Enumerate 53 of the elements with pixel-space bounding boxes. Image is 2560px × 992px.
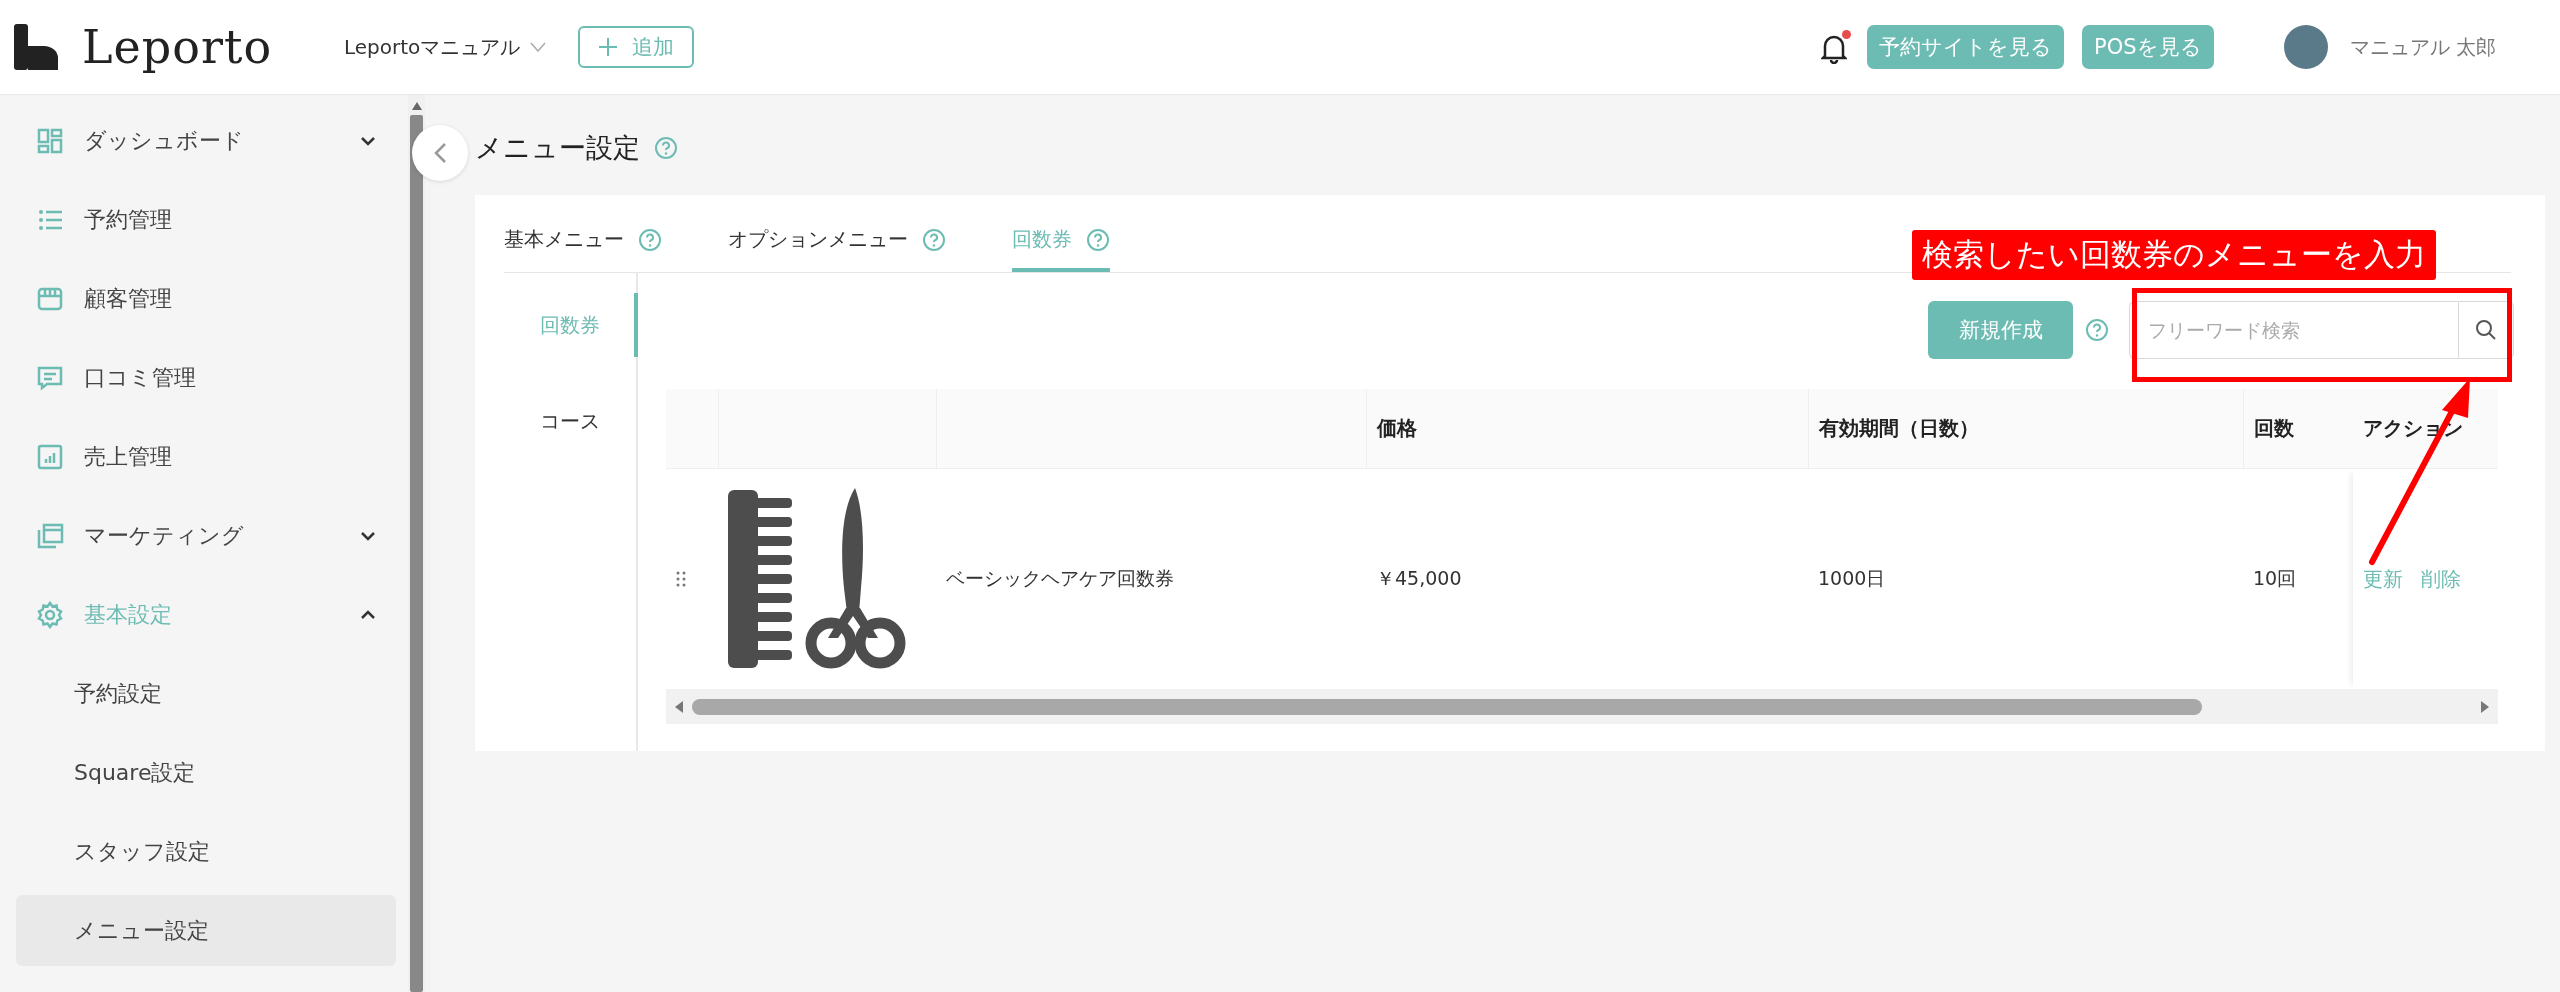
logo-icon	[14, 24, 60, 70]
table-cell-text: ￥45,000	[1376, 566, 1462, 591]
tab[interactable]: オプションメニュー	[728, 211, 946, 272]
user-name: マニュアル 太郎	[2349, 33, 2496, 61]
chevron-down-icon	[360, 530, 376, 541]
sidebar-subitem[interactable]: Square設定	[16, 737, 396, 808]
scrollbar-thumb[interactable]	[410, 115, 423, 992]
collapse-button[interactable]	[412, 125, 468, 181]
column-header: 価格	[1377, 415, 1417, 442]
chevron-down-icon	[530, 42, 547, 52]
plus-icon	[598, 37, 619, 57]
help-icon[interactable]	[654, 136, 678, 160]
column-header: 有効期間（日数）	[1819, 415, 1979, 442]
sidebar-subitem[interactable]: メニュー設定	[16, 895, 396, 966]
sidebar-item[interactable]: 口コミ管理	[16, 338, 396, 417]
scrollbar-thumb[interactable]	[692, 698, 2202, 715]
chevron-left-icon	[433, 142, 447, 164]
sidebar-item[interactable]: ダッシュボード	[16, 101, 396, 180]
sidebar-item[interactable]: マーケティング	[16, 496, 396, 575]
help-icon[interactable]	[2085, 318, 2109, 342]
chevron-up-icon	[360, 609, 376, 620]
store-selector[interactable]: Leportoマニュアル	[344, 33, 547, 61]
table-cell-text: 10回	[2253, 566, 2297, 591]
drag-handle-icon[interactable]	[676, 571, 686, 587]
table-cell-text: 1000日	[1818, 566, 1886, 591]
sidebar-subitem[interactable]: 予約設定	[16, 658, 396, 729]
page-title: メニュー設定	[475, 131, 640, 165]
tab[interactable]: 基本メニュー	[504, 211, 662, 272]
search-icon	[2475, 319, 2497, 341]
search-field[interactable]: フリーワード検索	[2129, 301, 2458, 359]
scroll-up-icon[interactable]	[410, 101, 423, 111]
sidebar-item[interactable]: 顧客管理	[16, 259, 396, 338]
window-icon	[36, 521, 64, 550]
help-icon[interactable]	[638, 227, 662, 252]
notification-bell[interactable]	[1821, 30, 1852, 64]
help-icon[interactable]	[922, 227, 946, 252]
sidebar-item[interactable]: 予約管理	[16, 180, 396, 259]
sidebar-item[interactable]: 売上管理	[16, 417, 396, 496]
scroll-right-icon[interactable]	[2480, 699, 2490, 714]
gear-icon	[36, 600, 64, 629]
logo-text: Leporto	[82, 20, 273, 74]
annotation-label: 検索したい回数券のメニューを入力	[1912, 230, 2436, 280]
sidebar-subitem[interactable]: スタッフ設定	[16, 816, 396, 887]
subnav-item[interactable]: コース	[504, 389, 638, 453]
chevron-down-icon	[360, 135, 376, 146]
help-icon[interactable]	[1086, 227, 1110, 252]
avatar[interactable]	[2283, 25, 2328, 69]
grid-icon	[36, 126, 64, 155]
chart-icon	[36, 442, 64, 471]
scroll-left-icon[interactable]	[674, 699, 684, 714]
search-button[interactable]	[2458, 301, 2514, 359]
table-cell-text: ベーシックヘアケア回数券	[946, 566, 1174, 591]
column-header: 回数	[2254, 415, 2294, 442]
